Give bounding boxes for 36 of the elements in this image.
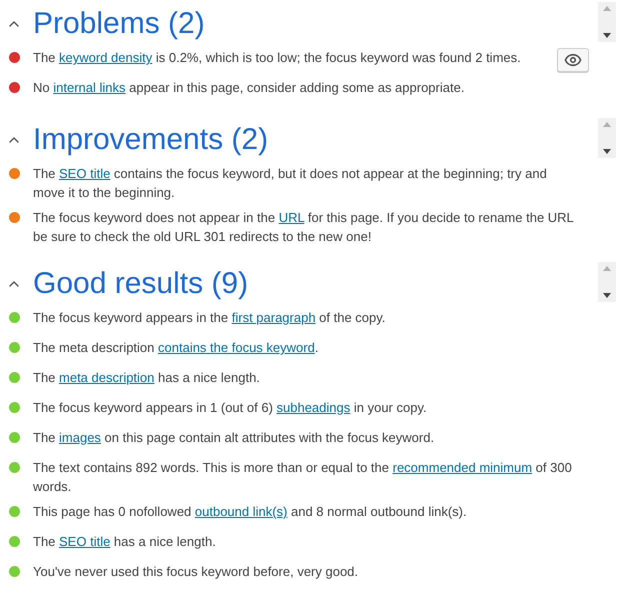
marker-button[interactable] [557,48,589,72]
link[interactable]: SEO title [59,166,110,181]
link[interactable]: outbound link(s) [194,504,288,519]
down-arrow-icon[interactable] [603,33,611,38]
result-text: The images on this page contain alt attributes with the focus keyword. [33,429,436,447]
scroll-bar[interactable] [598,118,616,158]
link[interactable]: meta description [59,370,154,385]
link[interactable]: URL [278,210,304,225]
result-text: The SEO title contains the focus keyword, but it does not appear at the beginning; try and move it to the beginning. [33,165,548,202]
down-arrow-icon[interactable] [603,293,611,298]
link[interactable]: recommended minimum [392,460,532,475]
result-text: No internal links appear in this page, consider adding some as appropriate. [33,79,466,97]
scroll-bar[interactable] [598,262,616,302]
section-heading: Problems (2) [33,6,206,42]
result-text: The keyword density is 0.2%, which is too low; the focus keyword was found 2 times. [33,49,522,67]
result-text: This page has 0 nofollowed outbound link(s) and 8 normal outbound link(s). [33,503,468,521]
result-text: The SEO title has a nice length. [33,533,217,551]
result-text: The focus keyword appears in 1 (out of 6) subheadings in your copy. [33,399,428,417]
result-text: The meta description has a nice length. [33,369,261,387]
link[interactable]: subheadings [276,400,350,415]
link[interactable]: internal links [53,80,126,95]
down-arrow-icon[interactable] [603,149,611,154]
result-text: The focus keyword appears in the first paragraph of the copy. [33,309,386,327]
section-heading: Good results (9) [33,266,250,302]
scroll-bar[interactable] [598,2,616,42]
eye-icon [564,51,582,69]
link[interactable]: contains the focus keyword [158,340,315,355]
link[interactable]: images [59,430,101,445]
result-text: You've never used this focus keyword before, very good. [33,563,360,581]
result-text: The text contains 892 words. This is more than or equal to the recommended minimum of 300 words. [33,459,573,496]
result-text: The focus keyword does not appear in the URL for this page. If you decide to rename the URL be sure to check the old URL 301 redirects to the new one! [33,209,574,246]
link[interactable]: SEO title [59,534,110,549]
result-text: The meta description contains the focus keyword. [33,339,320,357]
link[interactable]: first paragraph [232,310,316,325]
section-heading: Improvements (2) [33,122,270,158]
link[interactable]: keyword density [59,50,152,65]
